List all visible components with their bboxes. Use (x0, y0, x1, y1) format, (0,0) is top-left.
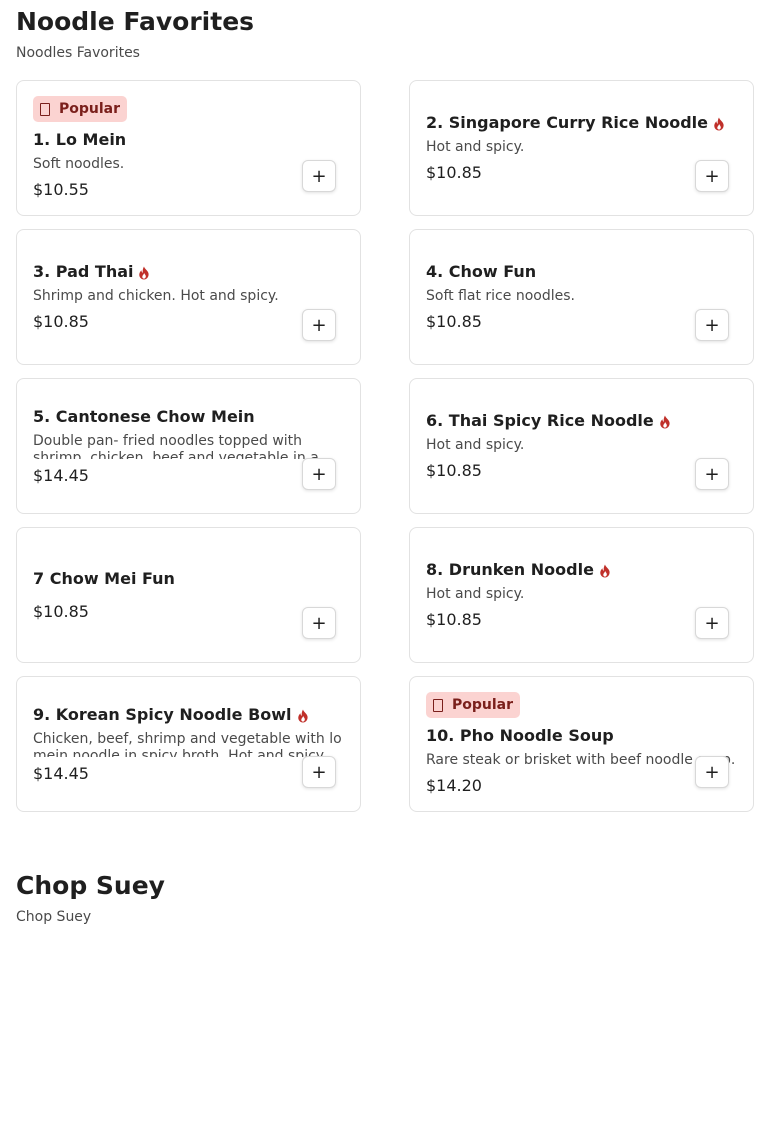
add-item-button[interactable]: + (302, 607, 336, 639)
popular-badge: Popular (33, 96, 128, 122)
item-description: Hot and spicy. (426, 586, 525, 602)
badge-label: Popular (452, 697, 514, 713)
plus-icon: + (704, 314, 720, 336)
badge-label: Popular (59, 101, 121, 117)
item-description: Soft flat rice noodles. (426, 288, 575, 304)
flame-icon (297, 708, 309, 722)
item-name-row: 5. Cantonese Chow Mein (33, 407, 344, 427)
add-item-button[interactable]: + (695, 607, 729, 639)
add-item-button[interactable]: + (695, 458, 729, 490)
item-price: $10.85 (33, 312, 89, 331)
item-name: 3. Pad Thai (33, 262, 134, 281)
item-price: $14.20 (426, 776, 482, 795)
plus-icon: + (311, 165, 327, 187)
plus-icon: + (311, 761, 327, 783)
item-name-row: 10. Pho Noodle Soup (426, 726, 737, 746)
menu-item-card[interactable]: 4. Chow Fun Soft flat rice noodles. $10.85… (409, 229, 754, 365)
plus-icon: + (704, 612, 720, 634)
item-description: Hot and spicy. (426, 139, 525, 155)
menu-item-card[interactable]: Popular 1. Lo Mein Soft noodles. $10.55 + (16, 80, 361, 216)
menu-item-card[interactable]: 8. Drunken Noodle Hot and spicy. $10.85 + (409, 527, 754, 663)
plus-icon: + (311, 463, 327, 485)
item-name-row: 2. Singapore Curry Rice Noodle (426, 113, 737, 133)
add-item-button[interactable]: + (302, 458, 336, 490)
menu-page: Noodle Favorites Noodles Favorites Popul… (0, 0, 770, 1131)
item-price: $10.85 (426, 461, 482, 480)
item-price: $14.45 (33, 465, 89, 485)
flame-icon (138, 265, 150, 280)
plus-icon: + (704, 761, 720, 783)
item-price: $10.55 (33, 180, 89, 199)
menu-item-card[interactable]: Popular 10. Pho Noodle Soup Rare steak or … (409, 676, 754, 812)
add-item-button[interactable]: + (695, 756, 729, 788)
add-item-button[interactable]: + (695, 309, 729, 341)
flame-icon (713, 116, 725, 131)
item-name-row: 8. Drunken Noodle (426, 560, 737, 580)
item-description: Double pan- fried noodles topped with sh… (33, 432, 319, 459)
item-name-row: 1. Lo Mein (33, 130, 344, 150)
menu-item-card[interactable]: 6. Thai Spicy Rice Noodle Hot and spicy. $… (409, 378, 754, 514)
item-name: 5. Cantonese Chow Mein (33, 406, 255, 426)
menu-item-card[interactable]: 9. Korean Spicy Noodle Bowl Chicken, beef… (16, 676, 361, 812)
add-item-button[interactable]: + (302, 309, 336, 341)
section-subtitle: Chop Suey (16, 909, 92, 925)
menu-item-card[interactable]: 2. Singapore Curry Rice Noodle Hot and sp… (409, 80, 754, 216)
item-name-row: 4. Chow Fun (426, 262, 737, 282)
item-description: Chicken, beef, shrimp and vegetable with… (33, 730, 342, 757)
item-name: 9. Korean Spicy Noodle Bowl (33, 704, 292, 724)
item-description: Rare steak or brisket with beef noodle s… (426, 752, 736, 768)
item-name: 6. Thai Spicy Rice Noodle (426, 411, 654, 430)
menu-item-card[interactable]: 5. Cantonese Chow Mein Double pan- fried … (16, 378, 361, 514)
item-name: 10. Pho Noodle Soup (426, 726, 614, 745)
add-item-button[interactable]: + (695, 160, 729, 192)
popular-icon (40, 102, 50, 116)
plus-icon: + (311, 612, 327, 634)
item-description: Hot and spicy. (426, 437, 525, 453)
menu-item-card[interactable]: 7 Chow Mei Fun $10.85 + (16, 527, 361, 663)
popular-badge: Popular (426, 692, 521, 718)
item-name-row: 7 Chow Mei Fun (33, 569, 344, 589)
item-price: $10.85 (33, 601, 89, 621)
menu-items-grid: Popular 1. Lo Mein Soft noodles. $10.55 +2. … (16, 80, 754, 812)
item-description: Soft noodles. (33, 156, 125, 172)
item-name-row: 6. Thai Spicy Rice Noodle (426, 411, 737, 431)
section-title: Chop Suey (16, 871, 165, 900)
section-header-chop-suey: Chop Suey Chop Suey (16, 873, 754, 924)
add-item-button[interactable]: + (302, 756, 336, 788)
item-name: 8. Drunken Noodle (426, 560, 594, 579)
item-price: $10.85 (426, 163, 482, 182)
item-name: 4. Chow Fun (426, 262, 537, 281)
item-price: $10.85 (426, 312, 482, 331)
item-price: $14.45 (33, 763, 89, 783)
section-subtitle: Noodles Favorites (16, 45, 140, 61)
section-header-noodle-favorites: Noodle Favorites Noodles Favorites (16, 0, 754, 60)
menu-item-card[interactable]: 3. Pad Thai Shrimp and chicken. Hot and s… (16, 229, 361, 365)
flame-icon (599, 563, 611, 578)
plus-icon: + (704, 165, 720, 187)
item-price: $10.85 (426, 610, 482, 629)
item-description: Shrimp and chicken. Hot and spicy. (33, 288, 279, 304)
add-item-button[interactable]: + (302, 160, 336, 192)
item-name: 2. Singapore Curry Rice Noodle (426, 113, 708, 132)
popular-icon (433, 698, 443, 712)
item-name-row: 9. Korean Spicy Noodle Bowl (33, 705, 344, 725)
item-name: 7 Chow Mei Fun (33, 568, 175, 588)
item-name-row: 3. Pad Thai (33, 262, 344, 282)
plus-icon: + (311, 314, 327, 336)
flame-icon (659, 414, 671, 429)
plus-icon: + (704, 463, 720, 485)
section-title: Noodle Favorites (16, 7, 255, 36)
item-name: 1. Lo Mein (33, 130, 127, 149)
